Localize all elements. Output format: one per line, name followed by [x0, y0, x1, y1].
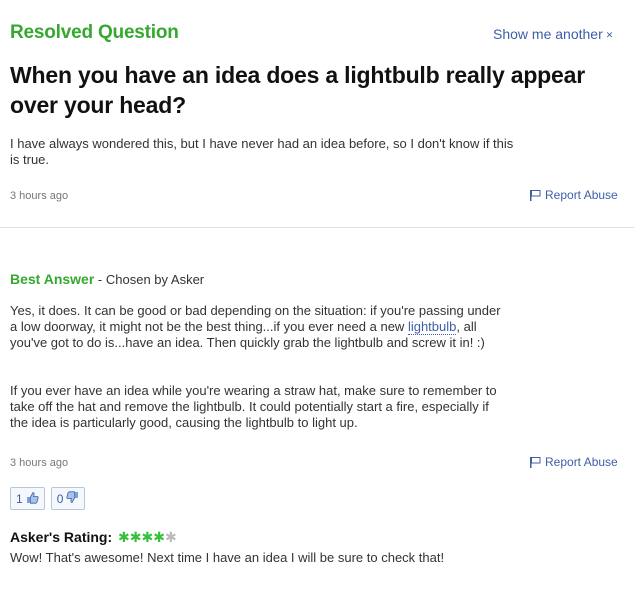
best-answer-label: Best Answer: [10, 271, 95, 287]
thumbs-up-button[interactable]: 1: [10, 487, 45, 510]
star-empty-icon: ✱: [164, 529, 177, 545]
question-section: Resolved Question Show me another ✕ When …: [0, 0, 634, 228]
header-separator: -: [94, 272, 106, 287]
star-icon: ✱: [129, 529, 142, 545]
flag-icon: [529, 456, 541, 471]
star-icon: ✱: [141, 529, 154, 545]
answer-line: Yes, it does. It can be good or bad depe…: [10, 303, 501, 318]
answer-line-text: a low doorway, it might not be the best …: [10, 319, 408, 334]
thumbs-down-count: 0: [56, 491, 64, 506]
question-title: When you have an idea does a lightbulb r…: [10, 62, 585, 118]
chosen-by-asker-label: Chosen by Asker: [105, 272, 205, 287]
star-icon: ✱: [153, 529, 165, 545]
thumbs-down-button[interactable]: 0: [50, 487, 86, 510]
star-icon: ✱: [118, 529, 130, 545]
thumbs-up-icon: [26, 491, 39, 507]
vote-buttons: 1 0: [10, 487, 86, 510]
flag-icon: [529, 189, 541, 204]
question-timestamp: 3 hours ago: [10, 190, 69, 202]
answer-paragraph-1: Yes, it does. It can be good or bad depe…: [10, 303, 632, 351]
answer-report-abuse-link[interactable]: Report Abuse: [529, 455, 618, 471]
answer-line: If you ever have an idea while you're we…: [10, 383, 497, 398]
thumbs-up-count: 1: [16, 491, 23, 506]
askers-rating: Asker's Rating: ✱✱✱✱✱: [10, 529, 177, 546]
answer-paragraph-2: If you ever have an idea while you're we…: [10, 383, 632, 431]
best-answer-header: Best Answer - Chosen by Asker: [10, 271, 204, 287]
report-abuse-link[interactable]: Report Abuse: [529, 188, 618, 204]
report-abuse-label: Report Abuse: [545, 455, 618, 469]
close-x-icon: ✕: [605, 29, 614, 40]
question-body: I have always wondered this, but I have …: [10, 136, 632, 168]
answer-line-text: , all: [456, 319, 477, 334]
report-abuse-label: Report Abuse: [545, 188, 618, 202]
question-body-line: I have always wondered this, but I have …: [10, 136, 514, 151]
star-rating: ✱✱✱✱✱: [118, 529, 177, 545]
show-another-label: Show me another: [493, 26, 603, 42]
answer-line: you've got to do is...have an idea. Then…: [10, 335, 485, 350]
answer-line: take off the hat and remove the lightbul…: [10, 399, 489, 414]
resolved-question-heading: Resolved Question: [10, 22, 179, 43]
askers-rating-label: Asker's Rating:: [10, 529, 113, 545]
answer-line: the idea is particularly good, causing t…: [10, 415, 358, 430]
question-body-line: is true.: [10, 152, 50, 167]
thumbs-down-icon: [66, 490, 79, 507]
rating-comment: Wow! That's awesome! Next time I have an…: [10, 550, 445, 565]
answer-timestamp: 3 hours ago: [10, 457, 69, 469]
lightbulb-keyword-link[interactable]: lightbulb: [407, 319, 457, 335]
show-another-link[interactable]: Show me another ✕: [493, 26, 613, 42]
answer-line: a low doorway, it might not be the best …: [10, 319, 632, 335]
